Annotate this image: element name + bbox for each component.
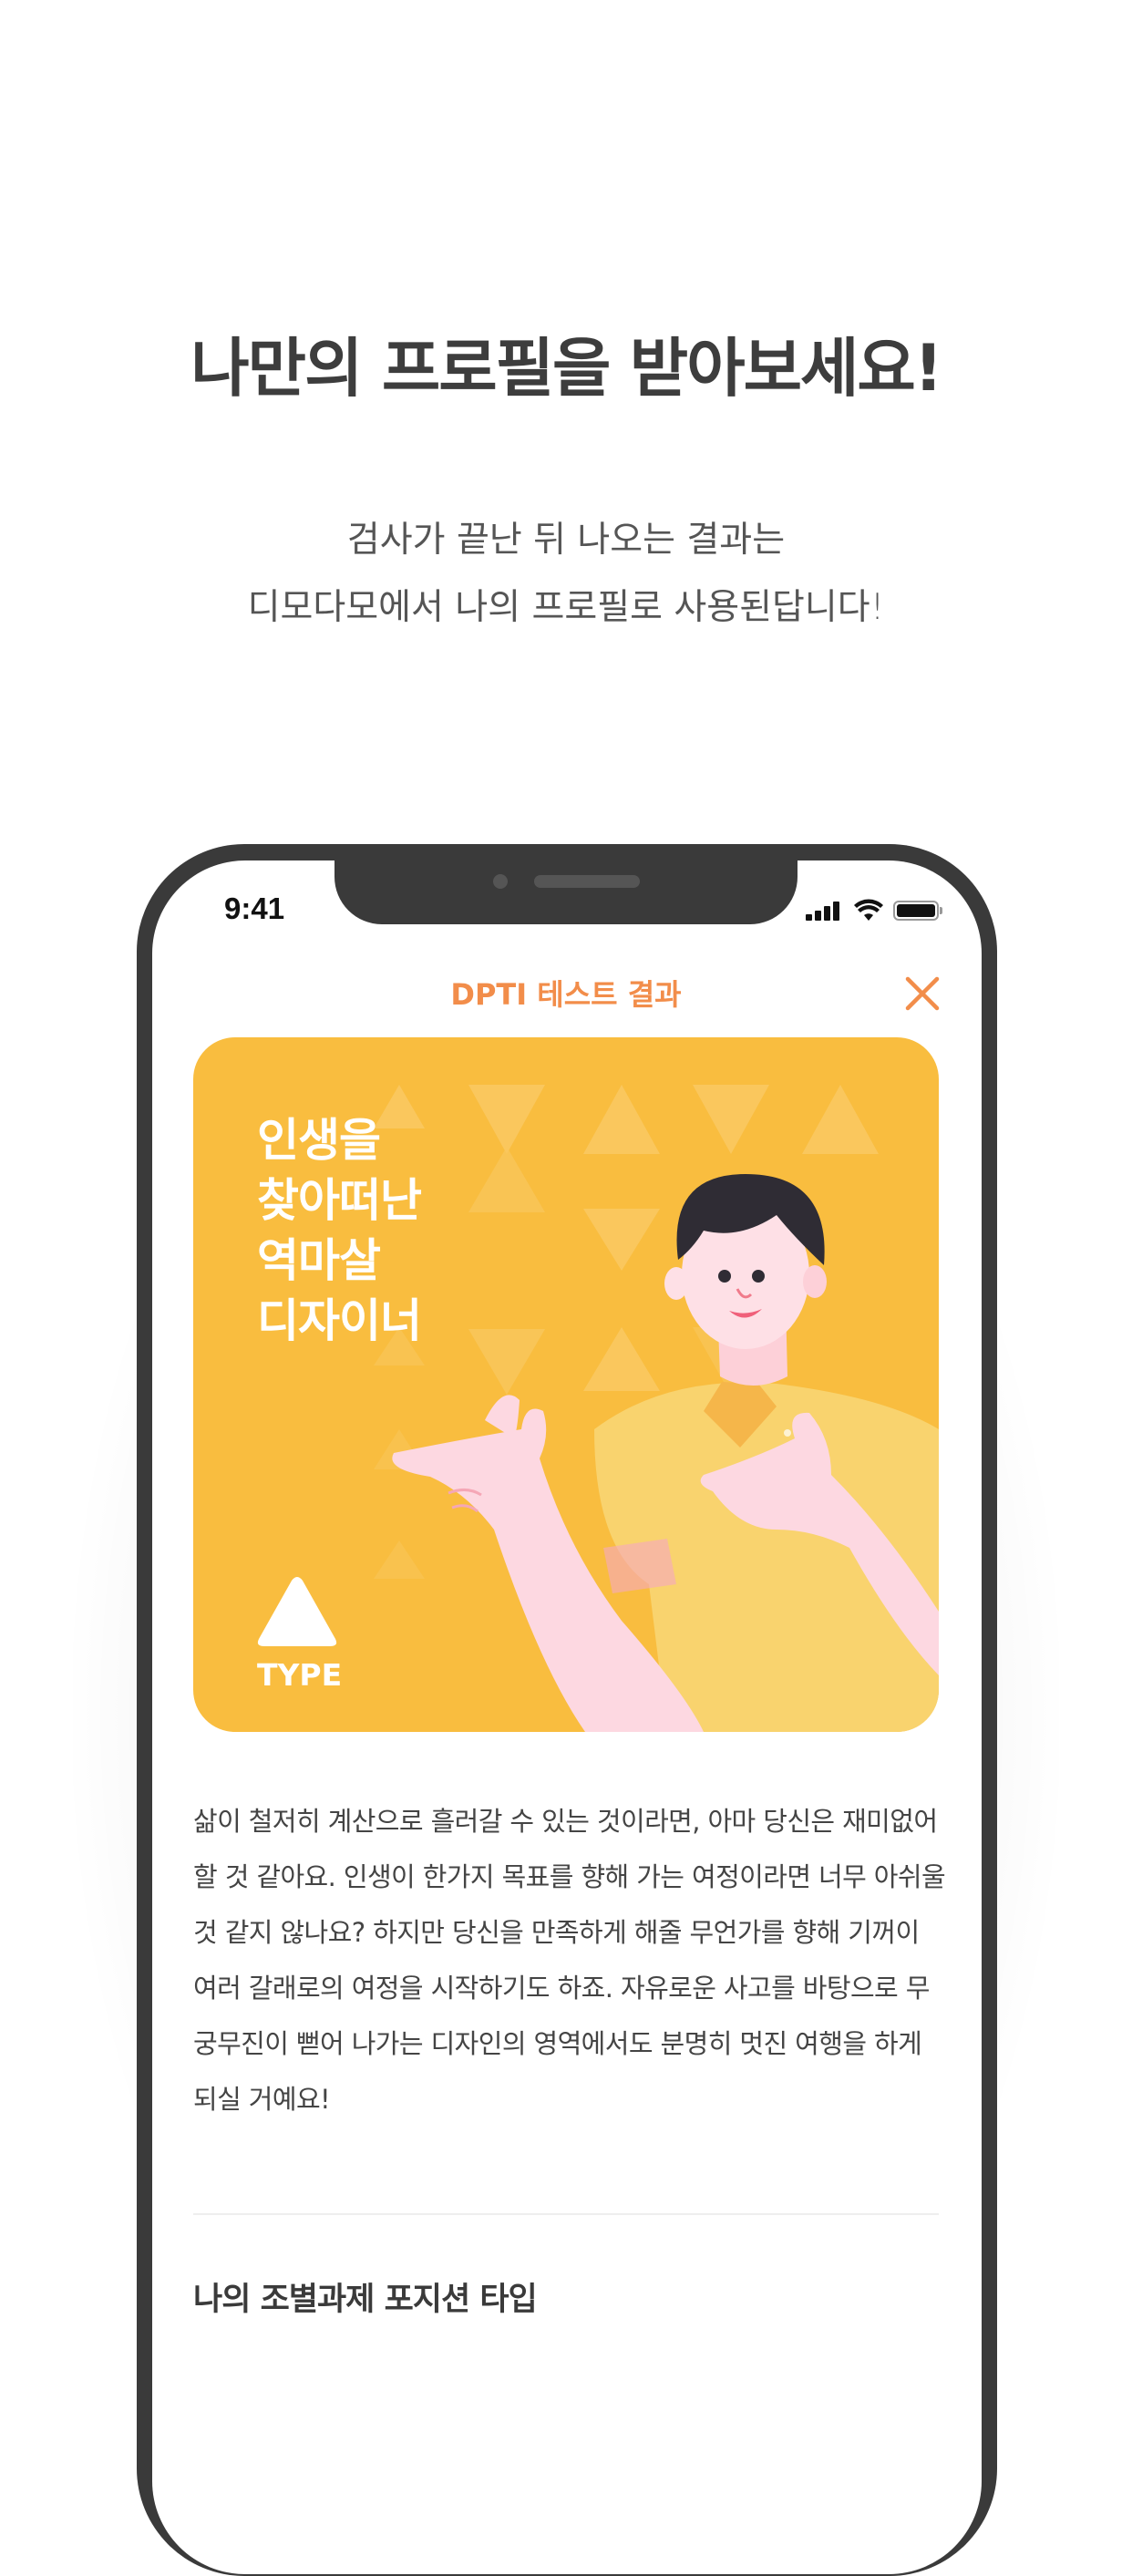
description-line: 여러 갈래로의 여정을 시작하기도 하죠. 자유로운 사고를 바탕으로 무 [193,1973,930,2004]
card-title: 인생을 찾아떠난 역마살 디자이너 [257,1110,422,1351]
description-line: 궁무진이 뻗어 나가는 디자인의 영역에서도 분명히 멋진 여행을 하게 [193,2028,922,2059]
card-title-line-1: 인생을 [257,1114,381,1167]
status-time: 9:41 [224,891,285,925]
type-label: TYPE [257,1657,343,1693]
section-divider [193,2213,939,2215]
section-title: 나의 조별과제 포지션 타입 [193,2282,538,2318]
description-line: 것 같지 않나요? 하지만 당신을 만족하게 해줄 무언가를 향해 기꺼이 [193,1917,920,1948]
nav-title: DPTI 테스트 결과 [450,977,682,1012]
close-icon[interactable] [902,974,942,1014]
description-line: 할 것 같아요. 인생이 한가지 목표를 향해 가는 여정이라면 너무 아쉬울 [193,1861,946,1892]
page-headline: 나만의 프로필을 받아보세요! [190,331,942,406]
wifi-icon [854,899,883,921]
card-title-line-4: 디자이너 [257,1294,422,1347]
status-icons [802,897,948,924]
result-card: 인생을 찾아떠난 역마살 디자이너 TYPE [193,1037,939,1732]
description-line: 삶이 철저히 계산으로 흘러갈 수 있는 것이라면, 아마 당신은 재미없어 [193,1806,938,1837]
signal-icon [806,901,842,921]
subtext-line-2: 디모다모에서 나의 프로필로 사용된답니다! [247,587,885,628]
triangle-icon [257,1577,337,1646]
page-subtext: 검사가 끝난 뒤 나오는 결과는 디모다모에서 나의 프로필로 사용된답니다! [0,507,1132,642]
card-title-line-3: 역마살 [257,1234,381,1287]
subtext-line-1: 검사가 끝난 뒤 나오는 결과는 [346,520,786,561]
earpiece-speaker [534,875,640,888]
battery-icon [893,901,942,921]
card-title-line-2: 찾아떠난 [257,1174,422,1227]
result-description: 삶이 철저히 계산으로 흘러갈 수 있는 것이라면, 아마 당신은 재미없어 할… [193,1794,950,2128]
description-line: 되실 거예요! [193,2084,331,2115]
front-camera [493,874,508,889]
